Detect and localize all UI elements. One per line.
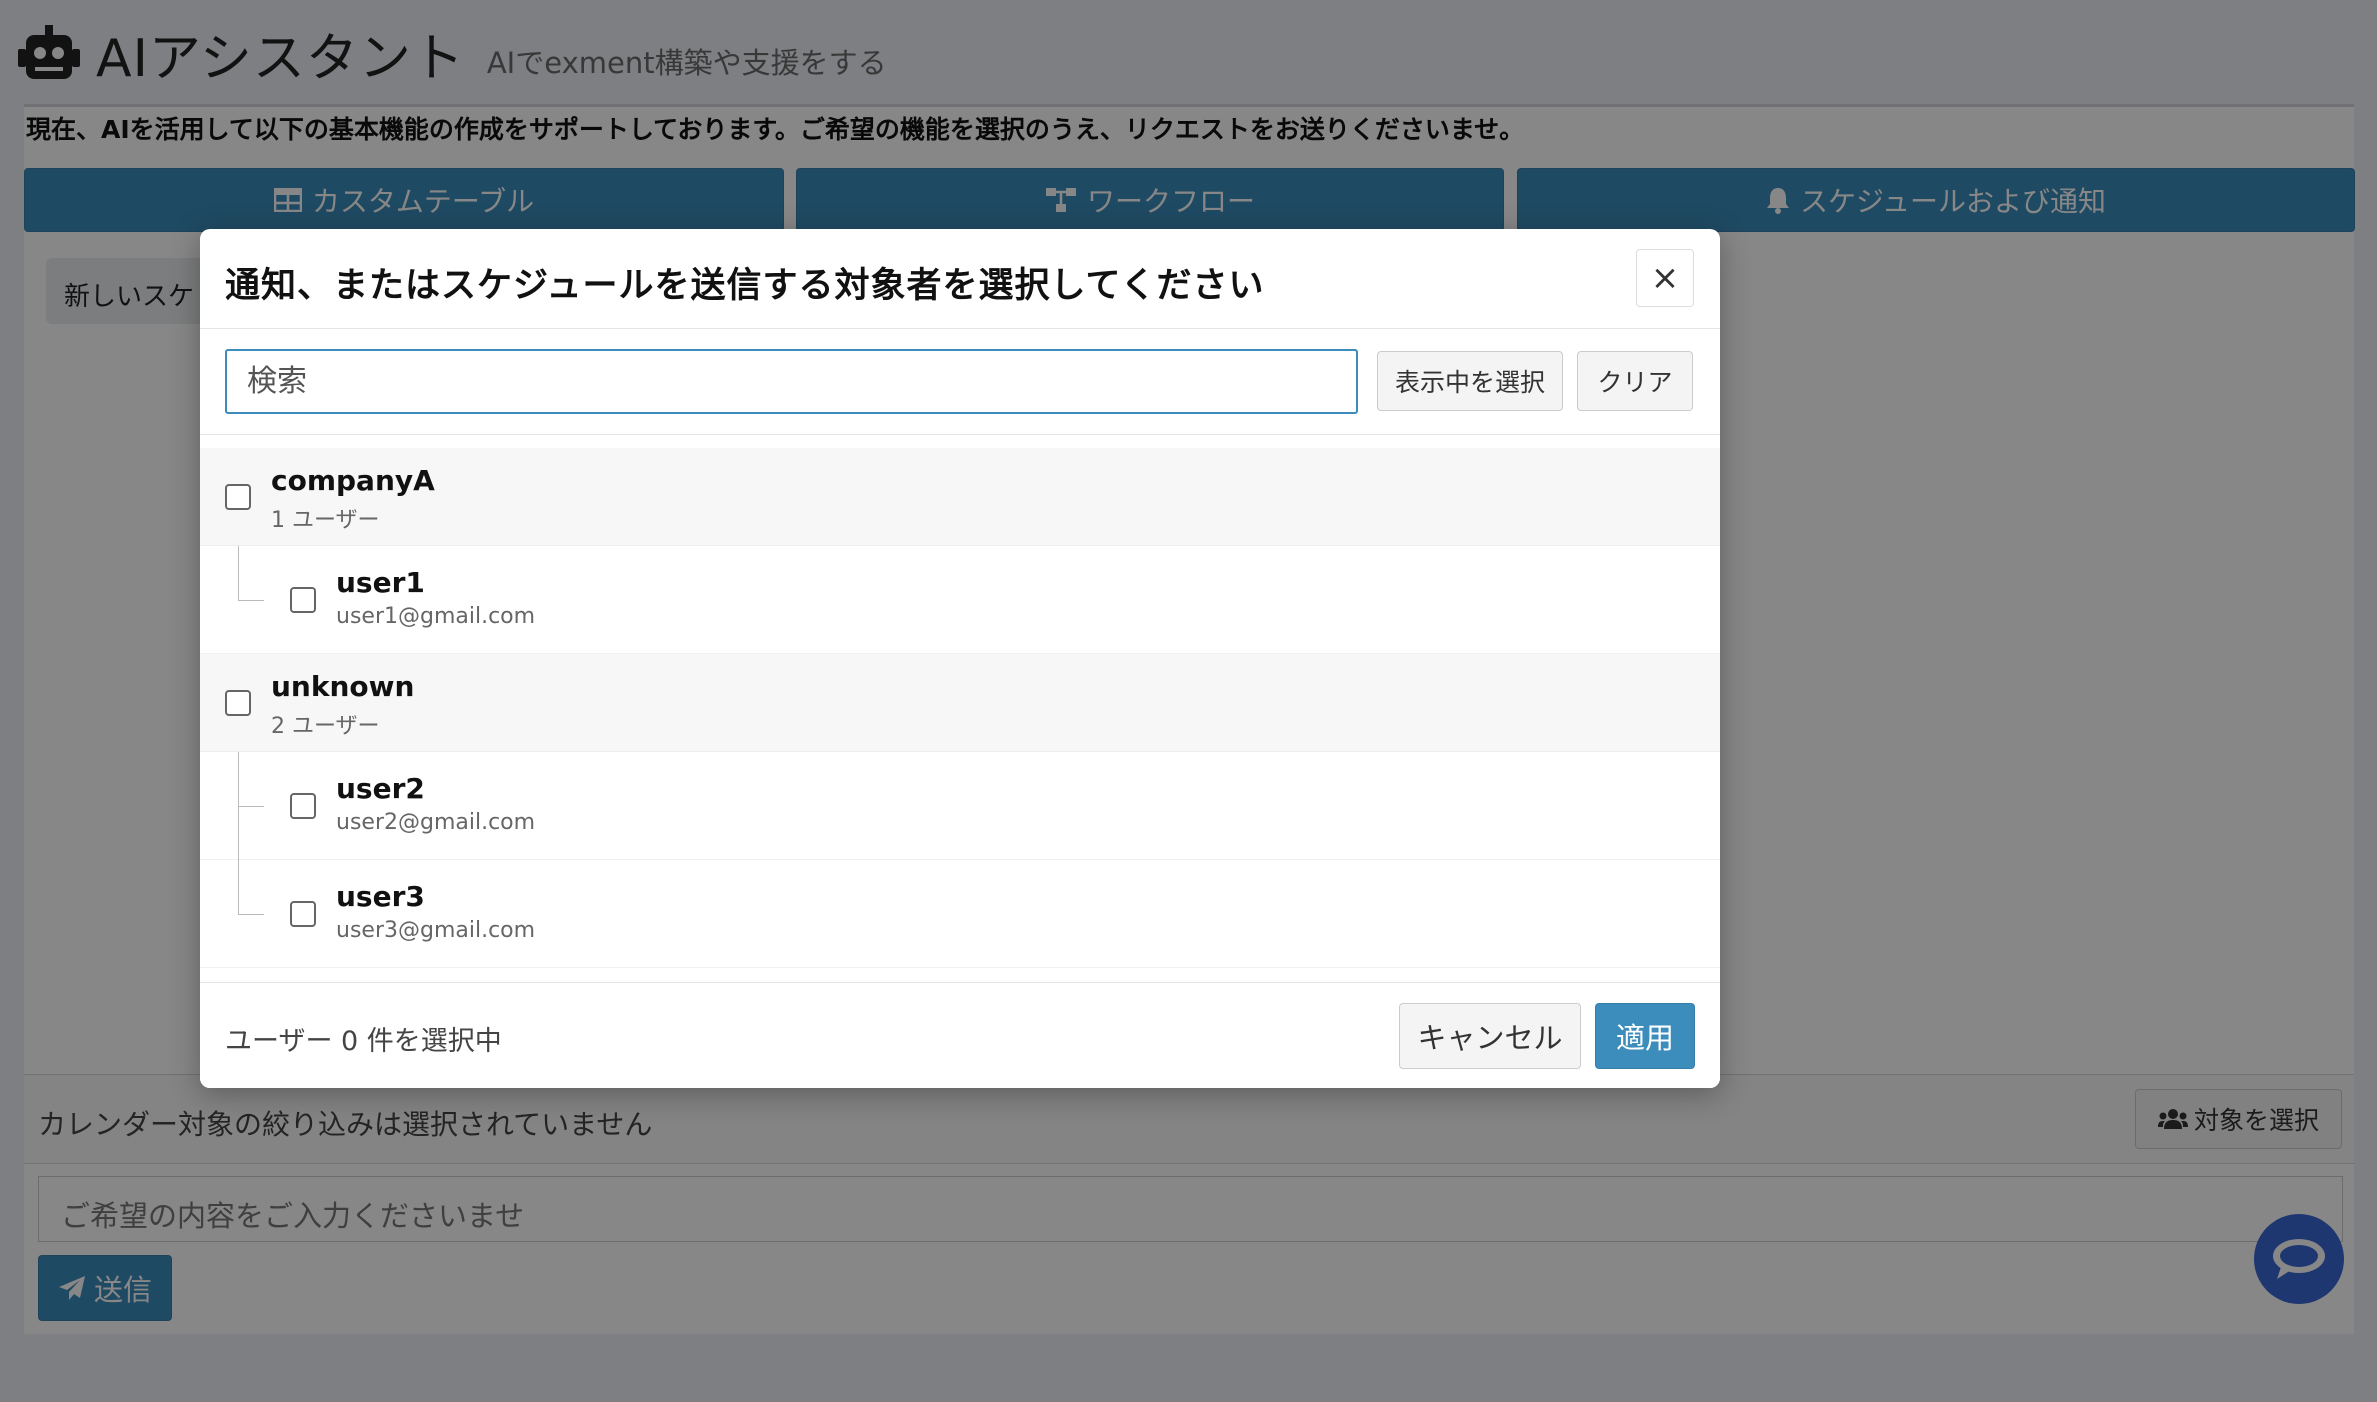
recipient-list: companyA 1 ユーザー user1 user1@gmail.com un… xyxy=(200,448,1720,968)
search-row: 表示中を選択 クリア xyxy=(200,329,1720,435)
tree-line xyxy=(238,860,239,914)
search-input[interactable] xyxy=(225,349,1358,414)
tree-branch xyxy=(238,806,264,807)
group-name: unknown xyxy=(271,670,415,703)
modal-title: 通知、またはスケジュールを送信する対象者を選択してください xyxy=(225,266,1265,306)
group-name: companyA xyxy=(271,464,435,497)
select-visible-label: 表示中を選択 xyxy=(1394,368,1545,397)
close-button[interactable]: × xyxy=(1636,249,1694,307)
tree-branch xyxy=(238,600,264,601)
tree-branch xyxy=(238,914,264,915)
user-name: user1 xyxy=(336,566,425,599)
select-visible-button[interactable]: 表示中を選択 xyxy=(1377,351,1563,411)
recipient-select-modal: 通知、またはスケジュールを送信する対象者を選択してください × 表示中を選択 ク… xyxy=(200,229,1720,1088)
modal-footer: ユーザー 0 件を選択中 キャンセル 適用 xyxy=(200,982,1720,1088)
group-checkbox[interactable] xyxy=(225,484,251,510)
selected-count: ユーザー 0 件を選択中 xyxy=(225,1026,502,1057)
user-row[interactable]: user2 user2@gmail.com xyxy=(200,752,1720,860)
clear-button[interactable]: クリア xyxy=(1577,351,1693,411)
group-count: 1 ユーザー xyxy=(271,508,380,533)
user-email: user1@gmail.com xyxy=(336,604,536,629)
group-checkbox[interactable] xyxy=(225,690,251,716)
close-icon: × xyxy=(1650,258,1680,298)
user-checkbox[interactable] xyxy=(290,793,316,819)
user-name: user2 xyxy=(336,772,425,805)
cancel-label: キャンセル xyxy=(1417,1021,1563,1055)
apply-label: 適用 xyxy=(1615,1021,1674,1055)
clear-label: クリア xyxy=(1597,368,1673,397)
group-row[interactable]: companyA 1 ユーザー xyxy=(200,448,1720,546)
user-checkbox[interactable] xyxy=(290,901,316,927)
user-row[interactable]: user1 user1@gmail.com xyxy=(200,546,1720,654)
group-count: 2 ユーザー xyxy=(271,714,380,739)
apply-button[interactable]: 適用 xyxy=(1595,1003,1695,1069)
modal-header: 通知、またはスケジュールを送信する対象者を選択してください × xyxy=(200,229,1720,329)
user-name: user3 xyxy=(336,880,425,913)
tree-line xyxy=(238,546,239,600)
cancel-button[interactable]: キャンセル xyxy=(1399,1003,1581,1069)
user-email: user3@gmail.com xyxy=(336,918,536,943)
group-row[interactable]: unknown 2 ユーザー xyxy=(200,654,1720,752)
user-checkbox[interactable] xyxy=(290,587,316,613)
user-email: user2@gmail.com xyxy=(336,810,536,835)
user-row[interactable]: user3 user3@gmail.com xyxy=(200,860,1720,968)
